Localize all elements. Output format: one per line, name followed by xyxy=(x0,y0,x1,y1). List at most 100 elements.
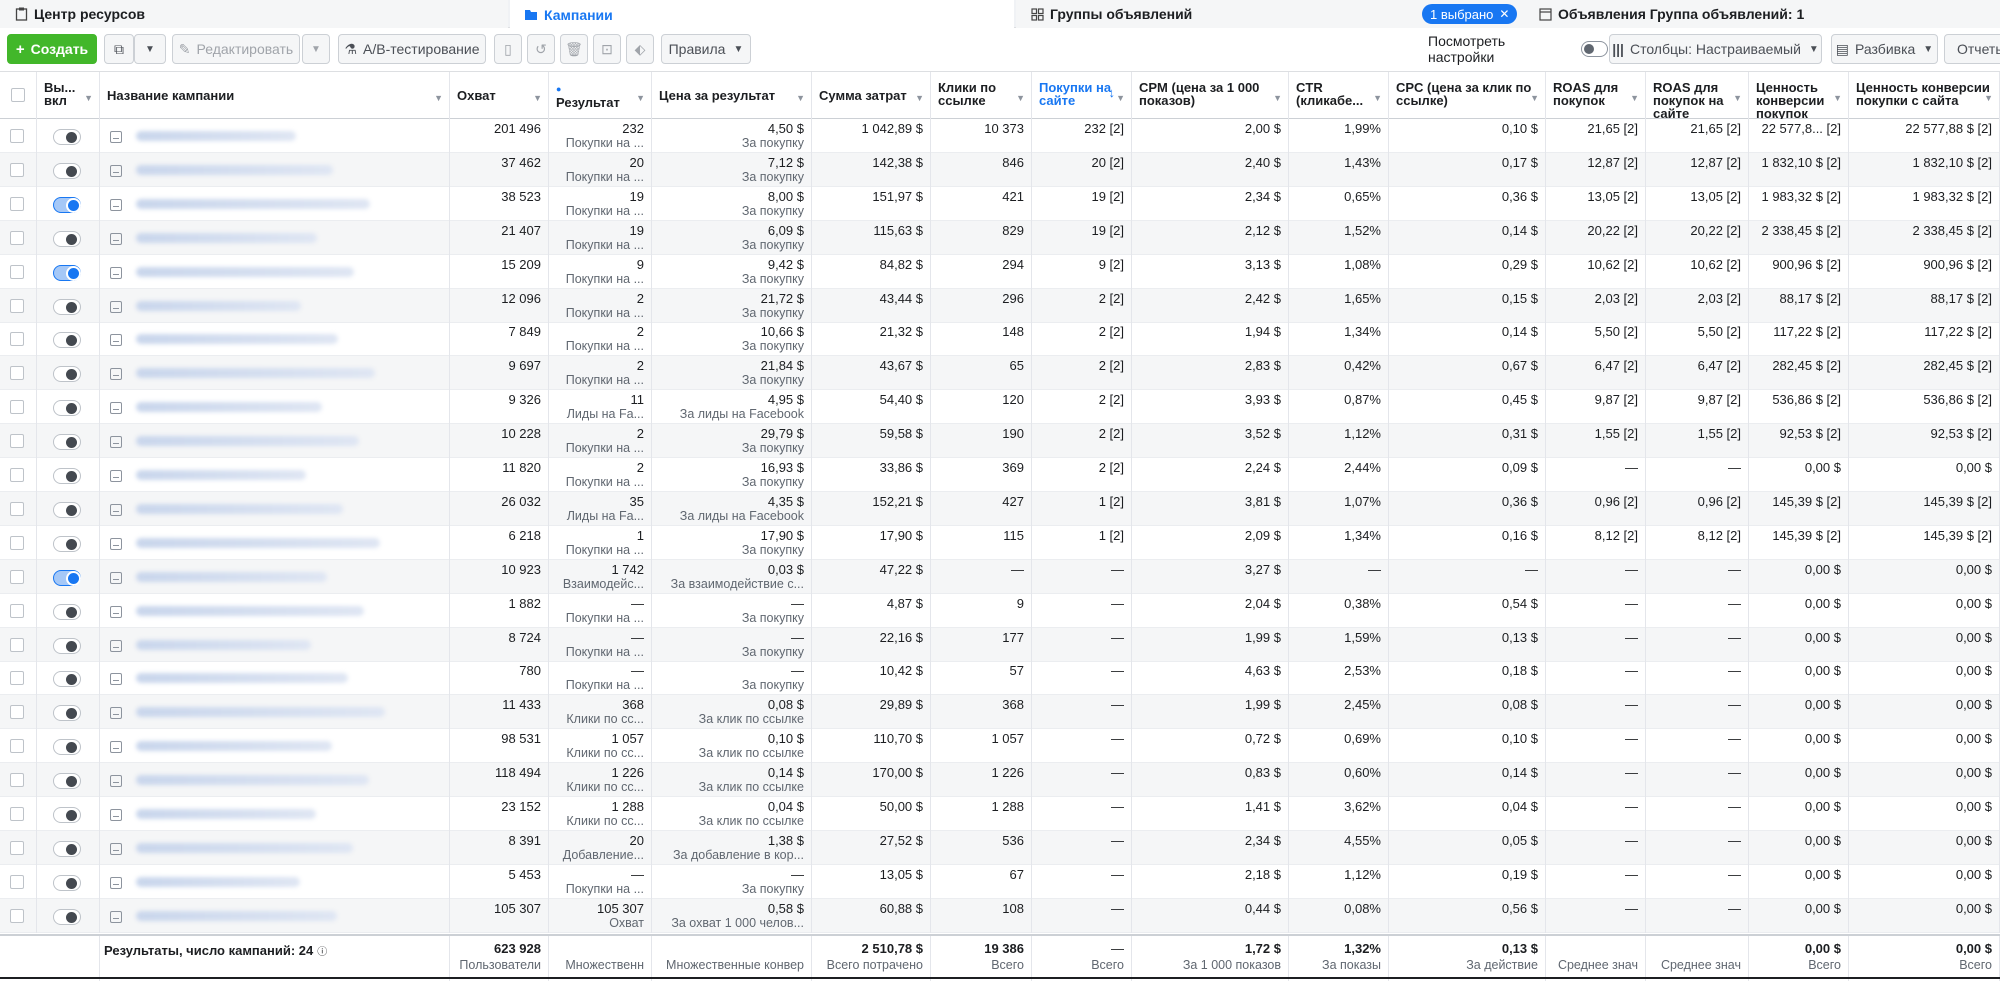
tag-button[interactable]: ⬖ xyxy=(626,34,654,64)
col-cpc[interactable]: CPC (цена за клик по ссылке) ▼ xyxy=(1389,72,1546,119)
view-settings-toggle[interactable] xyxy=(1580,41,1608,57)
create-button[interactable]: + Создать xyxy=(7,34,97,64)
breakdown-button[interactable]: ▤ Разбивка ▼ xyxy=(1831,34,1938,64)
col-spend[interactable]: Сумма затрат ▼ xyxy=(812,72,931,119)
col-link-clicks[interactable]: Клики по ссылке ▼ xyxy=(931,72,1032,119)
campaign-name-redacted[interactable] xyxy=(136,503,343,514)
campaign-toggle[interactable] xyxy=(52,773,81,790)
campaign-name-redacted[interactable] xyxy=(136,673,348,684)
campaign-toggle[interactable] xyxy=(52,332,81,349)
campaign-name-redacted[interactable] xyxy=(136,232,317,243)
row-checkbox[interactable] xyxy=(9,569,24,584)
campaign-toggle[interactable] xyxy=(52,739,81,756)
campaign-toggle[interactable] xyxy=(52,874,81,891)
table-row[interactable]: 5 453— Покупки на ... — За покупку 13,05 $67… xyxy=(0,864,2000,899)
campaign-name-redacted[interactable] xyxy=(136,470,306,480)
table-row[interactable]: 105 307 105 307 Охват 0,58 $ За охват 1 000 … xyxy=(0,898,2000,933)
col-roas[interactable]: ROAS для покупок ▼ xyxy=(1546,72,1646,119)
campaign-name-redacted[interactable] xyxy=(136,571,327,582)
view-settings[interactable]: Посмотреть настройки xyxy=(1428,33,1608,65)
row-checkbox[interactable] xyxy=(9,535,24,550)
row-checkbox[interactable] xyxy=(9,874,24,889)
col-roas-site[interactable]: ROAS для покупок на сайте ▼ xyxy=(1646,72,1749,119)
campaign-toggle[interactable] xyxy=(52,840,81,857)
campaign-toggle[interactable] xyxy=(52,468,81,484)
reports-button[interactable]: Отчеты xyxy=(1944,34,2000,64)
campaign-name-redacted[interactable] xyxy=(136,164,333,175)
campaign-toggle[interactable] xyxy=(52,569,81,586)
campaign-name-redacted[interactable] xyxy=(136,300,301,311)
campaign-name-redacted[interactable] xyxy=(136,741,332,752)
col-cpm[interactable]: CPM (цена за 1 000 показов) ▼ xyxy=(1132,72,1289,119)
campaign-toggle[interactable] xyxy=(52,162,81,179)
campaign-toggle[interactable] xyxy=(52,196,81,213)
undo-button[interactable]: ↺ xyxy=(527,34,555,64)
row-checkbox[interactable] xyxy=(9,840,24,855)
table-row[interactable]: 10 228 2 Покупки на ... 29,79 $ За покупку 59… xyxy=(0,424,2000,459)
campaign-name-redacted[interactable] xyxy=(136,639,311,650)
row-checkbox[interactable] xyxy=(9,773,24,788)
table-row[interactable]: 7 849 2 Покупки на ... 10,66 $ За покупку 21,… xyxy=(0,322,2000,357)
ab-test-button[interactable]: ⚗ A/B-тестирование xyxy=(338,34,486,64)
table-row[interactable]: 11 820 2 Покупки на ... 16,93 $ За покупку 33… xyxy=(0,458,2000,492)
col-conv-value-site[interactable]: Ценность конверсии покупки с сайта ▼ xyxy=(1849,72,2000,119)
campaign-name-redacted[interactable] xyxy=(136,436,359,447)
preview-button[interactable]: ⊡ xyxy=(593,34,621,64)
row-checkbox[interactable] xyxy=(9,230,24,245)
campaign-name-redacted[interactable] xyxy=(136,368,375,379)
col-ctr[interactable]: CTR (кликабе... ▼ xyxy=(1289,72,1389,119)
tab-ads[interactable]: Объявления Группа объявлений: 1 xyxy=(1524,0,2000,28)
table-row[interactable]: 9 326 11 Лиды на Fa... 4,95 $ За лиды на Fac… xyxy=(0,390,2000,425)
campaign-toggle[interactable] xyxy=(52,807,81,823)
row-checkbox[interactable] xyxy=(9,264,24,279)
campaign-name-redacted[interactable] xyxy=(136,402,322,413)
table-row[interactable]: 23 152 1 288 Клики по сс... 0,04 $ За клик п… xyxy=(0,797,2000,831)
campaign-toggle[interactable] xyxy=(52,298,81,315)
clipboard-button[interactable]: ▯ xyxy=(494,34,522,64)
tab-campaigns[interactable]: Кампании xyxy=(510,0,1014,29)
campaign-name-redacted[interactable] xyxy=(136,334,338,345)
campaign-name-redacted[interactable] xyxy=(136,775,369,786)
table-row[interactable]: 98 531 1 057 Клики по сс... 0,10 $ За клик п… xyxy=(0,729,2000,764)
row-checkbox[interactable] xyxy=(9,637,24,652)
row-checkbox[interactable] xyxy=(9,739,24,754)
table-row[interactable]: 9 697 2 Покупки на ... 21,84 $ За покупку 43,… xyxy=(0,356,2000,391)
campaign-name-redacted[interactable] xyxy=(136,131,296,141)
campaign-toggle[interactable] xyxy=(52,230,81,247)
campaign-name-redacted[interactable] xyxy=(136,266,354,277)
row-checkbox[interactable] xyxy=(9,468,24,482)
campaign-toggle[interactable] xyxy=(52,434,81,451)
campaign-name-redacted[interactable] xyxy=(136,198,370,209)
col-purchases[interactable]: Покупки на сайте ↓ ▼ xyxy=(1032,72,1132,119)
row-checkbox[interactable] xyxy=(9,400,24,415)
edit-menu-button[interactable]: ▼ xyxy=(302,34,330,64)
table-row[interactable]: 1 882— Покупки на ... — За покупку 4,87 $9—2… xyxy=(0,593,2000,628)
row-checkbox[interactable] xyxy=(9,705,24,720)
duplicate-button[interactable]: ⧉ xyxy=(104,34,134,64)
row-checkbox[interactable] xyxy=(9,366,24,381)
row-checkbox[interactable] xyxy=(9,298,24,313)
table-row[interactable]: 118 494 1 226 Клики по сс... 0,14 $ За клик … xyxy=(0,763,2000,798)
table-row[interactable]: 8 391 20 Добавление... 1,38 $ За добавление … xyxy=(0,830,2000,865)
campaign-name-redacted[interactable] xyxy=(136,910,337,921)
campaign-toggle[interactable] xyxy=(52,637,81,654)
columns-button[interactable]: ||| Столбцы: Настраиваемый ▼ xyxy=(1609,34,1822,64)
table-row[interactable]: 21 407 19 Покупки на ... 6,09 $ За покупку 11… xyxy=(0,220,2000,255)
table-row[interactable]: 11 433 368 Клики по сс... 0,08 $ За клик по … xyxy=(0,695,2000,730)
col-cost-per-result[interactable]: Цена за результат ▼ xyxy=(652,72,812,119)
row-checkbox[interactable] xyxy=(9,196,24,211)
tab-resources[interactable]: Центр ресурсов xyxy=(0,0,508,28)
col-reach[interactable]: Охват ▼ xyxy=(450,72,549,119)
duplicate-menu-button[interactable]: ▼ xyxy=(134,34,166,64)
table-row[interactable]: 10 923 1 742 Взаимодейс... 0,03 $ За взаимод… xyxy=(0,559,2000,594)
table-row[interactable]: 12 096 2 Покупки на ... 21,72 $ За покупку 43… xyxy=(0,288,2000,323)
campaign-toggle[interactable] xyxy=(52,603,81,620)
row-checkbox[interactable] xyxy=(9,501,24,516)
table-row[interactable]: 37 462 20 Покупки на ... 7,12 $ За покупку 14… xyxy=(0,152,2000,187)
col-onoff[interactable]: Вы... вкл ▼ xyxy=(37,72,100,119)
campaign-name-redacted[interactable] xyxy=(136,876,300,887)
campaign-toggle[interactable] xyxy=(52,501,81,518)
selected-badge[interactable]: 1 выбрано ✕ xyxy=(1422,4,1518,24)
table-row[interactable]: 26 032 35 Лиды на Fa... 4,35 $ За лиды на Fa… xyxy=(0,491,2000,526)
row-checkbox[interactable] xyxy=(9,908,24,923)
